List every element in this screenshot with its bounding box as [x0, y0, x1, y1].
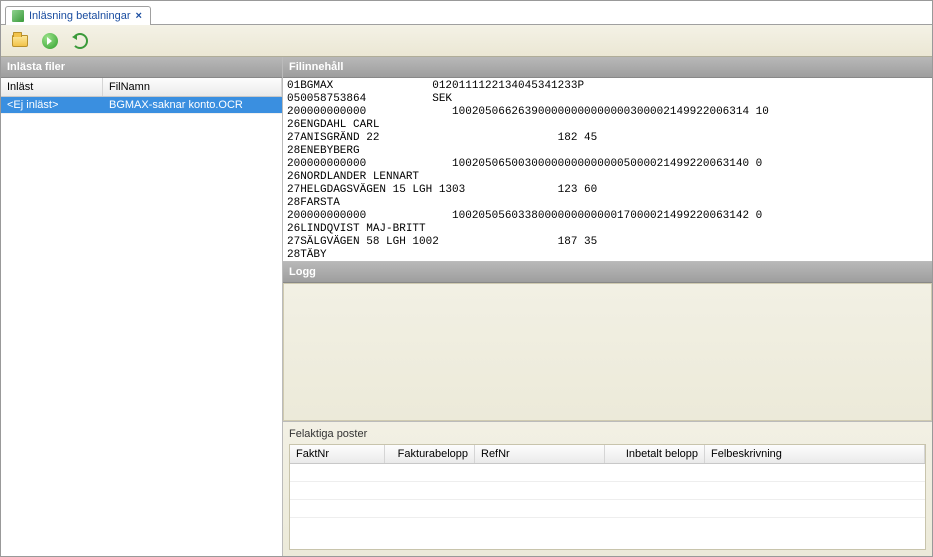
- col-refnr[interactable]: RefNr: [475, 445, 605, 463]
- col-filename[interactable]: FilNamn: [103, 78, 282, 96]
- col-status[interactable]: Inläst: [1, 78, 103, 96]
- files-columns: Inläst FilNamn: [1, 78, 282, 97]
- log-header: Logg: [283, 262, 932, 283]
- folder-icon: [12, 35, 28, 47]
- table-row[interactable]: [290, 464, 925, 482]
- table-row[interactable]: [290, 500, 925, 518]
- col-inbet[interactable]: Inbetalt belopp: [605, 445, 705, 463]
- play-icon: [42, 33, 58, 49]
- tab-label: Inläsning betalningar: [29, 10, 131, 22]
- files-grid[interactable]: <Ej inläst> BGMAX-saknar konto.OCR: [1, 97, 282, 556]
- file-content-pane: Filinnehåll 01BGMAX 01201111221340453412…: [283, 57, 932, 262]
- file-row-status: <Ej inläst>: [1, 97, 103, 113]
- toolbar: [1, 25, 932, 57]
- table-row[interactable]: [290, 482, 925, 500]
- errors-pane: Felaktiga poster FaktNr Fakturabelopp Re…: [283, 422, 932, 556]
- file-content-header: Filinnehåll: [283, 57, 932, 78]
- log-body[interactable]: [283, 283, 932, 421]
- tab-inlasning[interactable]: Inläsning betalningar ×: [5, 6, 151, 25]
- errors-grid: FaktNr Fakturabelopp RefNr Inbetalt belo…: [289, 444, 926, 550]
- close-icon[interactable]: ×: [136, 10, 142, 22]
- errors-rows[interactable]: [290, 464, 925, 549]
- log-pane: Logg: [283, 262, 932, 422]
- run-button[interactable]: [39, 30, 61, 52]
- refresh-button[interactable]: [69, 30, 91, 52]
- col-fakturabelopp[interactable]: Fakturabelopp: [385, 445, 475, 463]
- file-row[interactable]: <Ej inläst> BGMAX-saknar konto.OCR: [1, 97, 282, 114]
- col-felb[interactable]: Felbeskrivning: [705, 445, 925, 463]
- open-folder-button[interactable]: [9, 30, 31, 52]
- document-icon: [12, 10, 24, 22]
- errors-title: Felaktiga poster: [283, 422, 932, 444]
- col-faktnr[interactable]: FaktNr: [290, 445, 385, 463]
- tab-strip: Inläsning betalningar ×: [1, 1, 932, 25]
- file-row-filename: BGMAX-saknar konto.OCR: [103, 97, 282, 113]
- refresh-icon: [72, 33, 88, 49]
- file-content-text[interactable]: 01BGMAX 0120111122134045341233P 05005875…: [283, 78, 932, 262]
- errors-columns: FaktNr Fakturabelopp RefNr Inbetalt belo…: [290, 445, 925, 464]
- files-pane: Inlästa filer Inläst FilNamn <Ej inläst>…: [1, 57, 283, 556]
- files-header: Inlästa filer: [1, 57, 282, 78]
